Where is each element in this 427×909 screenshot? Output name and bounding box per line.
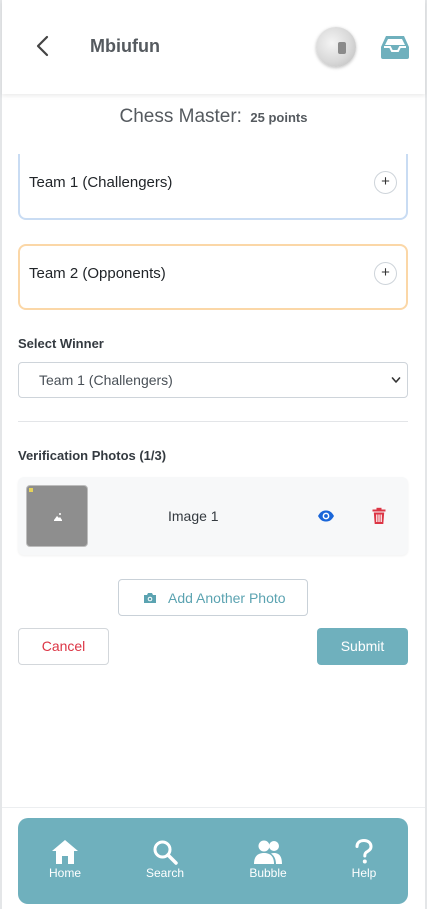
avatar[interactable]	[316, 27, 356, 67]
delete-photo-button[interactable]	[372, 507, 386, 525]
nav-item-help[interactable]: Help	[329, 818, 399, 904]
inbox-icon	[381, 36, 409, 59]
winner-select-value: Team 1 (Challengers)	[39, 372, 173, 388]
inbox-button[interactable]	[379, 33, 411, 61]
nav-label-help: Help	[351, 866, 377, 880]
nav-label-bubble: Bubble	[249, 866, 287, 880]
team-1-label: Team 1 (Challengers)	[29, 174, 173, 191]
team-2-add-button[interactable]: +	[374, 262, 397, 285]
bottom-divider	[2, 807, 425, 808]
nav-label-home: Home	[48, 866, 81, 880]
back-button[interactable]	[32, 34, 56, 60]
view-photo-button[interactable]	[317, 507, 335, 525]
bottom-nav: Home Search Bubble Help	[18, 818, 408, 904]
question-icon	[355, 839, 373, 864]
chevron-down-icon	[391, 377, 401, 383]
verification-photos-label: Verification Photos (1/3)	[18, 448, 167, 463]
chevron-left-icon	[36, 35, 49, 57]
trash-icon	[372, 507, 386, 524]
submit-button[interactable]: Submit	[317, 628, 408, 665]
broken-image-icon	[54, 513, 62, 521]
winner-select[interactable]: Team 1 (Challengers)	[18, 362, 408, 398]
nav-label-search: Search	[145, 866, 185, 880]
select-winner-label: Select Winner	[18, 336, 104, 351]
nav-item-bubble[interactable]: Bubble	[233, 818, 303, 904]
search-icon	[153, 840, 178, 865]
photo-thumbnail[interactable]	[26, 485, 88, 547]
game-points: 25 points	[250, 110, 308, 125]
top-header: Mbiufun	[2, 0, 425, 94]
section-divider	[18, 421, 408, 422]
team-2-label: Team 2 (Opponents)	[29, 265, 166, 282]
cancel-button[interactable]: Cancel	[18, 628, 109, 665]
home-icon	[52, 840, 78, 864]
photo-name: Image 1	[168, 508, 219, 524]
game-name: Chess Master:	[119, 106, 242, 127]
eye-icon	[318, 510, 334, 522]
nav-item-home[interactable]: Home	[30, 818, 100, 904]
game-title: Chess Master: 25 points	[0, 106, 427, 128]
add-photo-label: Add Another Photo	[168, 590, 286, 606]
app-name: Mbiufun	[90, 36, 160, 56]
team-1-add-button[interactable]: +	[374, 171, 397, 194]
team-1-card: Team 1 (Challengers) +	[18, 154, 408, 220]
add-photo-button[interactable]: Add Another Photo	[118, 579, 308, 616]
photo-item: Image 1	[18, 477, 408, 555]
nav-item-search[interactable]: Search	[130, 818, 200, 904]
users-icon	[254, 840, 282, 864]
camera-icon	[144, 593, 156, 603]
thumbnail-marker	[29, 488, 33, 492]
team-2-card: Team 2 (Opponents) +	[18, 244, 408, 310]
